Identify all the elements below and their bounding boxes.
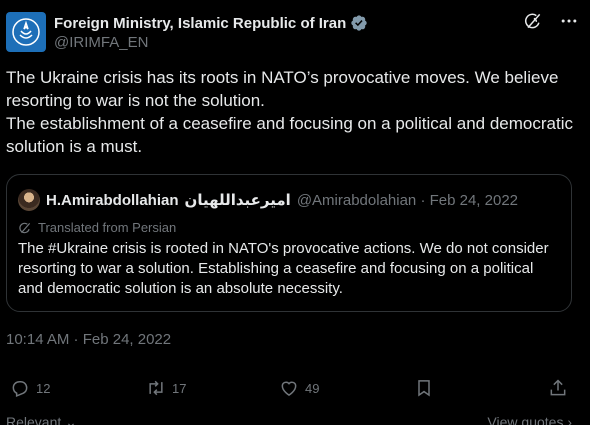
tweet-text-line1: The Ukraine crisis has its roots in NATO… — [6, 68, 559, 110]
tweet-header: Foreign Ministry, Islamic Republic of Ir… — [6, 8, 584, 54]
like-icon — [281, 381, 297, 396]
reply-filter-row: Relevant ⌄ View quotes › — [0, 414, 590, 425]
more-icon[interactable] — [558, 10, 580, 32]
sort-relevant-dropdown[interactable]: Relevant ⌄ — [6, 414, 77, 425]
repost-button[interactable]: 17 — [146, 378, 186, 398]
quoted-author-name-arabic: امیرعبداللهیان — [184, 192, 291, 209]
tweet-timestamp[interactable]: 10:14 AM · Feb 24, 2022 — [6, 331, 171, 348]
bookmark-button[interactable] — [414, 378, 434, 398]
verified-badge-icon — [350, 14, 368, 32]
translated-note: Translated from Persian — [18, 220, 176, 235]
quoted-tweet-card[interactable]: H.Amirabdollahian امیرعبداللهیان @Amirab… — [6, 174, 572, 312]
quoted-avatar[interactable] — [18, 189, 40, 211]
reply-count: 12 — [36, 380, 51, 396]
reply-button[interactable]: 12 — [10, 378, 50, 398]
repost-count: 17 — [172, 380, 187, 396]
tweet-text-line2: The establishment of a ceasefire and foc… — [6, 114, 573, 156]
quoted-tweet-text: The #Ukraine crisis is rooted in NATO's … — [18, 240, 549, 297]
author-info: Foreign Ministry, Islamic Republic of Ir… — [54, 14, 368, 52]
action-bar: 12 17 49 — [0, 378, 590, 404]
author-handle[interactable]: @IRIMFA_EN — [54, 34, 368, 52]
share-button[interactable] — [548, 378, 568, 398]
like-count: 49 — [305, 380, 320, 396]
like-button[interactable]: 49 — [279, 378, 319, 398]
repost-icon — [149, 380, 163, 396]
author-name[interactable]: Foreign Ministry, Islamic Republic of Ir… — [54, 15, 346, 32]
avatar[interactable] — [6, 12, 46, 52]
translate-icon — [19, 222, 31, 233]
bookmark-icon — [418, 380, 430, 397]
gov-seal-icon — [12, 18, 40, 46]
tweet-text: The Ukraine crisis has its roots in NATO… — [6, 66, 584, 158]
grok-icon[interactable] — [522, 10, 544, 32]
translated-label: Translated from Persian — [38, 220, 177, 235]
reply-icon — [12, 381, 28, 398]
quoted-handle-date: @Amirabdolahian · Feb 24, 2022 — [296, 191, 519, 209]
quoted-author-name: H.Amirabdollahian — [46, 191, 179, 209]
view-quotes-link[interactable]: View quotes › — [487, 414, 572, 425]
share-icon — [550, 379, 566, 396]
quoted-tweet-header: H.Amirabdollahian امیرعبداللهیان @Amirab… — [18, 189, 518, 211]
